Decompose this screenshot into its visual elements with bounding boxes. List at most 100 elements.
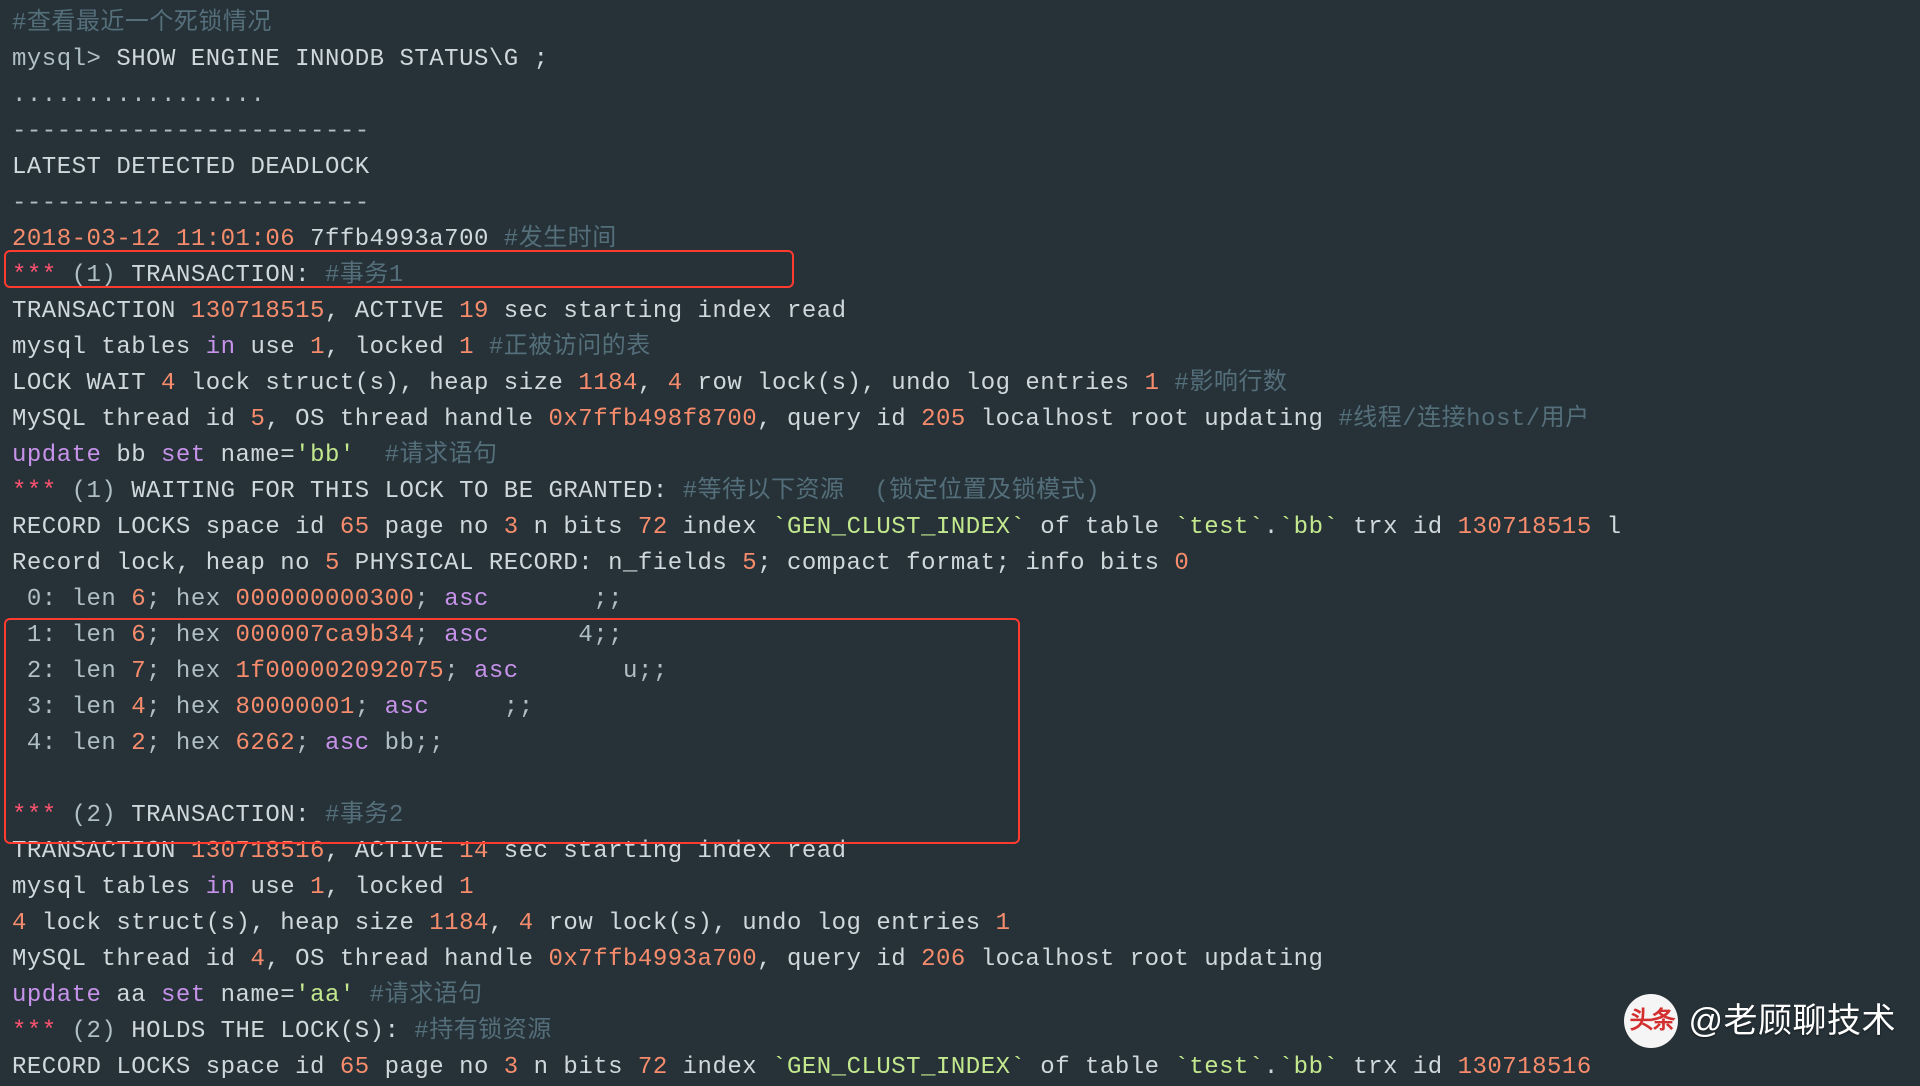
txt: ; hex <box>146 658 235 685</box>
num: 5 <box>250 406 265 433</box>
deadlock-header: LATEST DETECTED DEADLOCK <box>12 154 370 181</box>
txt: , <box>489 910 519 937</box>
num: 72 <box>638 514 668 541</box>
txt: , query id <box>757 946 921 973</box>
kw-set: set <box>161 982 206 1009</box>
num: 1184 <box>578 370 638 397</box>
terminal-output: #查看最近一个死锁情况 mysql> SHOW ENGINE INNODB ST… <box>12 6 1908 1086</box>
dots: ................. <box>12 82 265 109</box>
txt: mysql tables <box>12 334 206 361</box>
txt: page no <box>370 514 504 541</box>
txt: ; <box>414 622 444 649</box>
num: 4 <box>668 370 683 397</box>
num: 0 <box>1174 550 1189 577</box>
txt: n bits <box>519 1054 638 1081</box>
txt: localhost root updating <box>966 406 1324 433</box>
txt: lock struct(s), heap size <box>27 910 429 937</box>
dash: ------------------------ <box>12 190 370 217</box>
txt: lock struct(s), heap size <box>176 370 578 397</box>
sec: 14 <box>459 838 489 865</box>
num: 1 <box>310 874 325 901</box>
txt: use <box>236 874 311 901</box>
kw-update: update <box>12 982 101 1009</box>
txt: localhost root updating <box>966 946 1324 973</box>
note: #持有锁资源 <box>414 1018 551 1045</box>
txt: ; <box>295 730 325 757</box>
note: #请求语句 <box>355 982 483 1009</box>
num: (2) <box>72 802 117 829</box>
txt: 0: len <box>12 586 131 613</box>
num: 1 <box>1145 370 1160 397</box>
note: #等待以下资源 (锁定位置及锁模式) <box>683 478 1101 505</box>
num: (1) <box>72 478 117 505</box>
note: #事务2 <box>325 802 404 829</box>
txt: name= <box>206 442 295 469</box>
note: #请求语句 <box>355 442 498 469</box>
txt: MySQL thread id <box>12 946 250 973</box>
num: 1 <box>996 910 1011 937</box>
lbl: WAITING FOR THIS LOCK TO BE GRANTED: <box>116 478 682 505</box>
hex: 000007ca9b34 <box>236 622 415 649</box>
tbl: `test` <box>1174 1054 1263 1081</box>
num: 5 <box>325 550 340 577</box>
str: 'aa' <box>295 982 355 1009</box>
txt: l <box>1592 514 1622 541</box>
txt: Record lock, heap no <box>12 550 325 577</box>
txt: of table <box>1025 514 1174 541</box>
dot: . <box>1264 514 1279 541</box>
sql-cmd: SHOW ENGINE INNODB STATUS\G ; <box>101 46 548 73</box>
hex: 0x7ffb4993a700 <box>549 946 758 973</box>
num: 7 <box>131 658 146 685</box>
note: #事务1 <box>325 262 404 289</box>
tbl2: `bb` <box>1279 514 1339 541</box>
txt: , OS thread handle <box>265 946 548 973</box>
txt: ; hex <box>146 730 235 757</box>
txt: index <box>668 1054 772 1081</box>
txt: n bits <box>519 514 638 541</box>
txt: mysql tables <box>12 874 206 901</box>
stars: *** <box>12 1018 72 1045</box>
num: 1 <box>459 334 474 361</box>
txt: aa <box>101 982 161 1009</box>
txt: name= <box>206 982 295 1009</box>
note: #影响行数 <box>1160 370 1288 397</box>
txt: trx id <box>1338 514 1457 541</box>
txt: sec starting index read <box>489 838 847 865</box>
txt: RECORD LOCKS space id <box>12 514 340 541</box>
num: 130718515 <box>1458 514 1592 541</box>
txt: sec starting index read <box>489 298 847 325</box>
sec: 19 <box>459 298 489 325</box>
asc: asc <box>444 586 489 613</box>
tbl: `test` <box>1174 514 1263 541</box>
txt: TRANSACTION <box>12 298 191 325</box>
stars: *** <box>12 478 72 505</box>
txt: ;; <box>429 694 533 721</box>
hex: 7ffb4993a700 <box>310 226 489 253</box>
num: 3 <box>504 1054 519 1081</box>
txt: ; <box>414 586 444 613</box>
hex: 1f000002092075 <box>236 658 445 685</box>
dash: ------------------------ <box>12 118 370 145</box>
note: #线程/连接host/用户 <box>1323 406 1589 433</box>
txt: RECORD LOCKS space id <box>12 1054 340 1081</box>
txt: 3: len <box>12 694 131 721</box>
txt: , locked <box>325 334 459 361</box>
num: 2 <box>131 730 146 757</box>
txt: ; <box>444 658 474 685</box>
txt: ; hex <box>146 586 235 613</box>
num: 72 <box>638 1054 668 1081</box>
note: #正被访问的表 <box>474 334 651 361</box>
txt: PHYSICAL RECORD: n_fields <box>340 550 742 577</box>
comment: #查看最近一个死锁情况 <box>12 10 272 37</box>
txt: , <box>638 370 668 397</box>
txt: ;; <box>489 586 623 613</box>
txt: ; hex <box>146 622 235 649</box>
num: 206 <box>921 946 966 973</box>
num: 6 <box>131 586 146 613</box>
txt: 1: len <box>12 622 131 649</box>
asc: asc <box>325 730 370 757</box>
kw-in: in <box>206 874 236 901</box>
stars: *** <box>12 262 72 289</box>
txt: , ACTIVE <box>325 298 459 325</box>
txt: ; <box>355 694 385 721</box>
